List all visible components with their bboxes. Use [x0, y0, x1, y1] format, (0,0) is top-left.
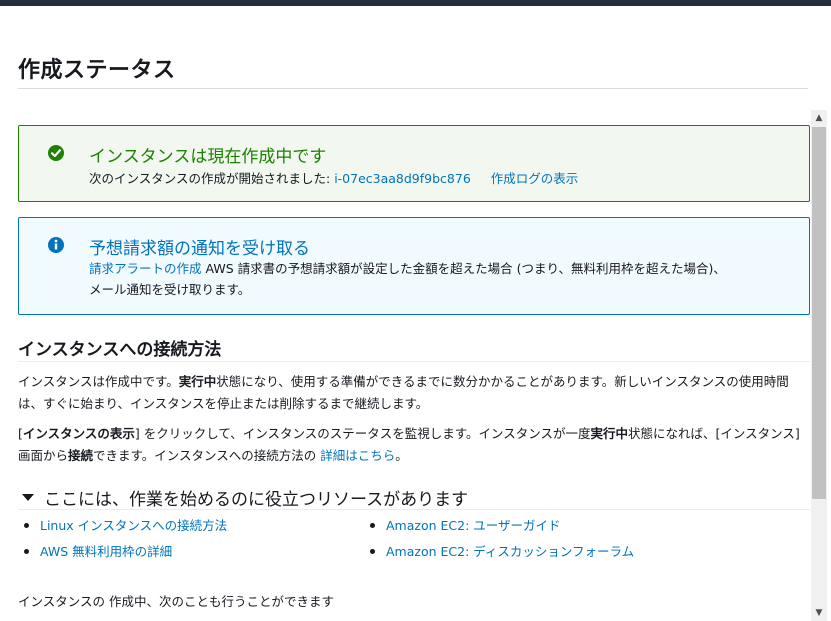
bullet-icon [24, 549, 29, 554]
resource-link-user-guide[interactable]: Amazon EC2: ユーザーガイド [386, 515, 561, 536]
billing-info-alert: 予想請求額の通知を受け取る 請求アラートの作成 AWS 請求書の予想請求額が設定… [18, 217, 810, 315]
bullet-icon [370, 523, 375, 528]
view-launch-log-link[interactable]: 作成ログの表示 [491, 171, 579, 186]
scrollbar-thumb[interactable] [812, 127, 826, 499]
connect-divider [18, 361, 810, 362]
create-billing-alert-link[interactable]: 請求アラートの作成 [89, 261, 202, 276]
additional-actions-text: インスタンスの 作成中、次のことも行うことができます [18, 594, 334, 609]
list-item: Amazon EC2: ディスカッションフォーラム [370, 541, 770, 562]
connect-paragraph: [インスタンスの表示] をクリックして、インスタンスのステータスを監視します。イ… [18, 426, 800, 463]
list-item: Amazon EC2: ユーザーガイド [370, 515, 770, 536]
instance-id-link[interactable]: i-07ec3aa8d9f9bc876 [334, 171, 471, 186]
bullet-icon [24, 523, 29, 528]
billing-alert-text-1: AWS 請求書の予想請求額が設定した金額を超えた場合 (つまり、無料利用枠を超え… [201, 261, 726, 276]
caret-down-icon [22, 494, 34, 501]
title-divider [18, 88, 808, 89]
top-bar [0, 0, 831, 6]
connect-heading: インスタンスへの接続方法 [18, 340, 222, 360]
billing-alert-text-2: メール通知を受け取ります。 [89, 282, 251, 297]
bullet-icon [370, 549, 375, 554]
success-alert-body: 次のインスタンスの作成が開始されました: i-07ec3aa8d9f9bc876… [89, 168, 789, 189]
resources-heading: ここには、作業を始めるのに役立つリソースがあります [44, 490, 469, 510]
resources-expander[interactable]: ここには、作業を始めるのに役立つリソースがあります [18, 485, 468, 510]
list-item: Linux インスタンスへの接続方法 [24, 515, 370, 536]
billing-alert-body: 請求アラートの作成 AWS 請求書の予想請求額が設定した金額を超えた場合 (つま… [89, 258, 789, 300]
info-circle-icon [48, 237, 64, 253]
success-alert-text: 次のインスタンスの作成が開始されました: [89, 171, 335, 186]
vertical-scrollbar[interactable]: ▲ ▼ [811, 110, 827, 621]
success-alert-title: インスタンスは現在作成中です [89, 147, 327, 167]
resource-link-forum[interactable]: Amazon EC2: ディスカッションフォーラム [386, 541, 634, 562]
resource-link-linux-connect[interactable]: Linux インスタンスへの接続方法 [40, 515, 227, 536]
learn-more-link[interactable]: 詳細はこちら [320, 448, 395, 463]
page-title: 作成ステータス [18, 58, 176, 83]
content-scroll-area: インスタンスは現在作成中です 次のインスタンスの作成が開始されました: i-07… [0, 110, 811, 621]
resource-link-free-tier[interactable]: AWS 無料利用枠の詳細 [40, 541, 172, 562]
billing-alert-title: 予想請求額の通知を受け取る [89, 239, 310, 259]
success-alert: インスタンスは現在作成中です 次のインスタンスの作成が開始されました: i-07… [18, 125, 810, 202]
scroll-up-icon[interactable]: ▲ [811, 110, 827, 126]
resources-divider [18, 509, 810, 510]
list-item: AWS 無料利用枠の詳細 [24, 541, 370, 562]
scroll-down-icon[interactable]: ▼ [811, 605, 827, 621]
check-circle-icon [48, 145, 64, 161]
launch-status-paragraph: インスタンスは作成中です。実行中状態になり、使用する準備ができるまでに数分かかる… [18, 374, 789, 411]
resource-list: Linux インスタンスへの接続方法 Amazon EC2: ユーザーガイド A… [24, 515, 804, 562]
